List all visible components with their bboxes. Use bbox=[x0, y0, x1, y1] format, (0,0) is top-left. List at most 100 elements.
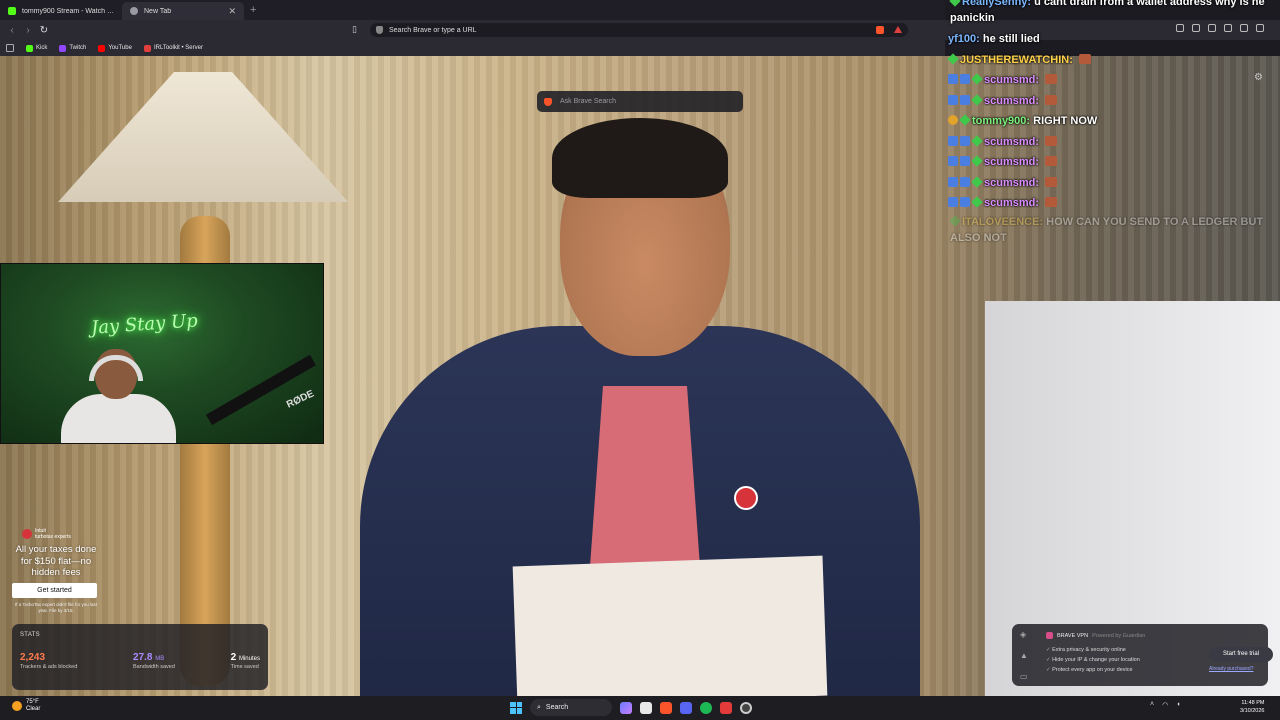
bookmark-youtube[interactable]: YouTube bbox=[98, 44, 132, 52]
chat-username[interactable]: JUSTHEREWATCHIN bbox=[960, 54, 1069, 66]
discord-icon[interactable] bbox=[680, 701, 692, 714]
brave-lion-icon bbox=[544, 97, 552, 106]
weather-widget[interactable]: 75°F Clear bbox=[12, 699, 40, 713]
tab-bar: tommy900 Stream - Watch Live on Kick New… bbox=[0, 0, 945, 20]
chat-username[interactable]: scumsmd bbox=[984, 197, 1035, 209]
chat-username[interactable]: scumsmd bbox=[984, 74, 1035, 86]
clock[interactable]: 11:48 PM 3/10/2026 bbox=[1240, 699, 1264, 715]
streamer-shirt bbox=[61, 394, 176, 443]
blue-badge-icon bbox=[960, 176, 970, 187]
back-icon[interactable]: ‹ bbox=[4, 25, 20, 36]
address-bar[interactable]: Search Brave or type a URL bbox=[370, 23, 908, 37]
bookmark-icon[interactable]: ▯ bbox=[352, 24, 357, 35]
tab-new-tab[interactable]: New Tab ✕ bbox=[122, 2, 244, 20]
irltoolkit-icon bbox=[143, 44, 151, 52]
bookmarks-bar: Kick Twitch YouTube IRLToolkit • Server bbox=[0, 40, 945, 56]
bookmark-twitch[interactable]: Twitch bbox=[59, 44, 86, 52]
get-started-button[interactable]: Get started bbox=[12, 582, 97, 598]
emote-icon bbox=[1045, 156, 1058, 166]
search-placeholder: Ask Brave Search bbox=[560, 98, 617, 105]
chat-message: ITALOVEENCE: HOW CAN YOU SEND TO A LEDGE… bbox=[949, 214, 1264, 244]
chat-message: scumsmd: bbox=[948, 91, 1280, 112]
bookmark-kick[interactable]: Kick bbox=[26, 44, 47, 52]
chat-username[interactable]: scumsmd bbox=[984, 156, 1035, 168]
start-free-trial-button[interactable]: Start free trial bbox=[1209, 647, 1273, 662]
forward-icon[interactable]: › bbox=[20, 25, 36, 36]
chat-message: scumsmd: bbox=[948, 173, 1280, 194]
start-button[interactable] bbox=[510, 701, 522, 714]
tray-overflow-icon[interactable]: ˄ bbox=[1150, 701, 1154, 709]
close-tab-icon[interactable]: ✕ bbox=[228, 6, 236, 17]
brave-rewards-icon[interactable] bbox=[894, 26, 902, 33]
volume-icon[interactable]: ◖ bbox=[1176, 701, 1180, 709]
obs-icon[interactable] bbox=[740, 701, 752, 714]
brave-shields-icon[interactable] bbox=[876, 26, 884, 34]
chat-username[interactable]: scumsmd bbox=[984, 136, 1035, 148]
emote-icon bbox=[1045, 135, 1058, 146]
emote-icon bbox=[1045, 197, 1058, 207]
blue-badge-icon bbox=[948, 94, 958, 105]
green-badge-icon bbox=[971, 73, 983, 85]
file-explorer-icon[interactable] bbox=[640, 701, 652, 714]
address-placeholder: Search Brave or type a URL bbox=[389, 26, 477, 34]
green-badge-icon bbox=[949, 0, 961, 7]
vpn-title: BRAVE VPN Powered by Guardian bbox=[1046, 632, 1145, 639]
twitch-icon bbox=[59, 44, 67, 52]
chat-overlay: ReallySenny: u cant drain from a wallet … bbox=[947, 0, 1280, 249]
chat-username[interactable]: tommy900 bbox=[972, 115, 1026, 127]
chat-username[interactable]: yf100 bbox=[948, 33, 976, 45]
reload-icon[interactable]: ↻ bbox=[36, 25, 52, 36]
neon-sign: Jay Stay Up bbox=[90, 310, 199, 339]
vpn-shield-icon[interactable]: ◈ bbox=[1020, 630, 1028, 639]
tab-kick-stream[interactable]: tommy900 Stream - Watch Live on Kick bbox=[0, 2, 122, 20]
ad-fine-print: If a TurboTax expert didn't file for you… bbox=[15, 601, 97, 613]
mic-brand: RØDE bbox=[285, 388, 316, 411]
new-tab-button[interactable]: + bbox=[250, 4, 256, 16]
chat-message: scumsmd: bbox=[948, 152, 1280, 173]
copilot-icon[interactable] bbox=[620, 701, 632, 714]
search-icon: ⌕ bbox=[537, 703, 541, 711]
chat-message: scumsmd: bbox=[948, 132, 1280, 153]
already-purchased-link[interactable]: Already purchased? bbox=[1209, 666, 1253, 672]
spotify-icon[interactable] bbox=[700, 701, 712, 714]
blue-badge-icon bbox=[948, 135, 958, 146]
brave-browser-icon[interactable] bbox=[660, 701, 672, 714]
ad-headline: All your taxes done for $150 flat—no hid… bbox=[15, 544, 97, 578]
stat-time: 2 Minutes Time saved bbox=[230, 652, 260, 670]
chat-username[interactable]: scumsmd bbox=[984, 95, 1035, 107]
emote-icon bbox=[1045, 94, 1058, 105]
chat-username[interactable]: scumsmd bbox=[984, 177, 1035, 189]
kick-icon bbox=[26, 44, 33, 52]
vpn-feature: Extra privacy & security online bbox=[1046, 645, 1140, 655]
folder-icon[interactable]: ▭ bbox=[1020, 672, 1028, 681]
chat-text: RIGHT NOW bbox=[1033, 115, 1098, 127]
chat-message: scumsmd: bbox=[948, 193, 1280, 214]
tab-title: New Tab bbox=[144, 7, 172, 15]
brave-search-box[interactable]: Ask Brave Search bbox=[537, 91, 743, 112]
chat-username[interactable]: ITALOVEENCE bbox=[962, 216, 1039, 228]
network-icon[interactable]: ◠ bbox=[1162, 701, 1168, 709]
green-badge-icon bbox=[959, 114, 971, 126]
emote-icon bbox=[1045, 176, 1058, 187]
chat-username[interactable]: ReallySenny bbox=[962, 0, 1027, 8]
adobe-icon[interactable] bbox=[720, 701, 732, 714]
turbotax-check-icon bbox=[22, 529, 32, 539]
chat-message: ReallySenny: u cant drain from a wallet … bbox=[948, 0, 1280, 29]
green-badge-icon bbox=[971, 196, 983, 208]
youtube-icon bbox=[98, 44, 106, 52]
site-info-icon[interactable] bbox=[376, 26, 383, 34]
weather-icon bbox=[12, 701, 22, 711]
warning-icon[interactable]: ▲ bbox=[1020, 651, 1028, 660]
apps-grid-icon[interactable] bbox=[6, 44, 14, 52]
bookmark-irltoolkit[interactable]: IRLToolkit • Server bbox=[143, 44, 203, 52]
blue-badge-icon bbox=[960, 74, 970, 84]
blue-badge-icon bbox=[948, 197, 958, 207]
taskbar-search[interactable]: ⌕ Search bbox=[530, 699, 612, 716]
kick-favicon-icon bbox=[8, 7, 16, 15]
vpn-features: Extra privacy & security online Hide you… bbox=[1046, 645, 1140, 675]
stats-title: STATS bbox=[20, 632, 40, 638]
brave-vpn-widget: ◈ ▲ ▭ BRAVE VPN Powered by Guardian Extr… bbox=[1012, 624, 1273, 686]
chat-message: yf100: he still lied bbox=[948, 33, 1040, 45]
blue-badge-icon bbox=[948, 176, 958, 187]
pin-badge bbox=[734, 486, 758, 510]
